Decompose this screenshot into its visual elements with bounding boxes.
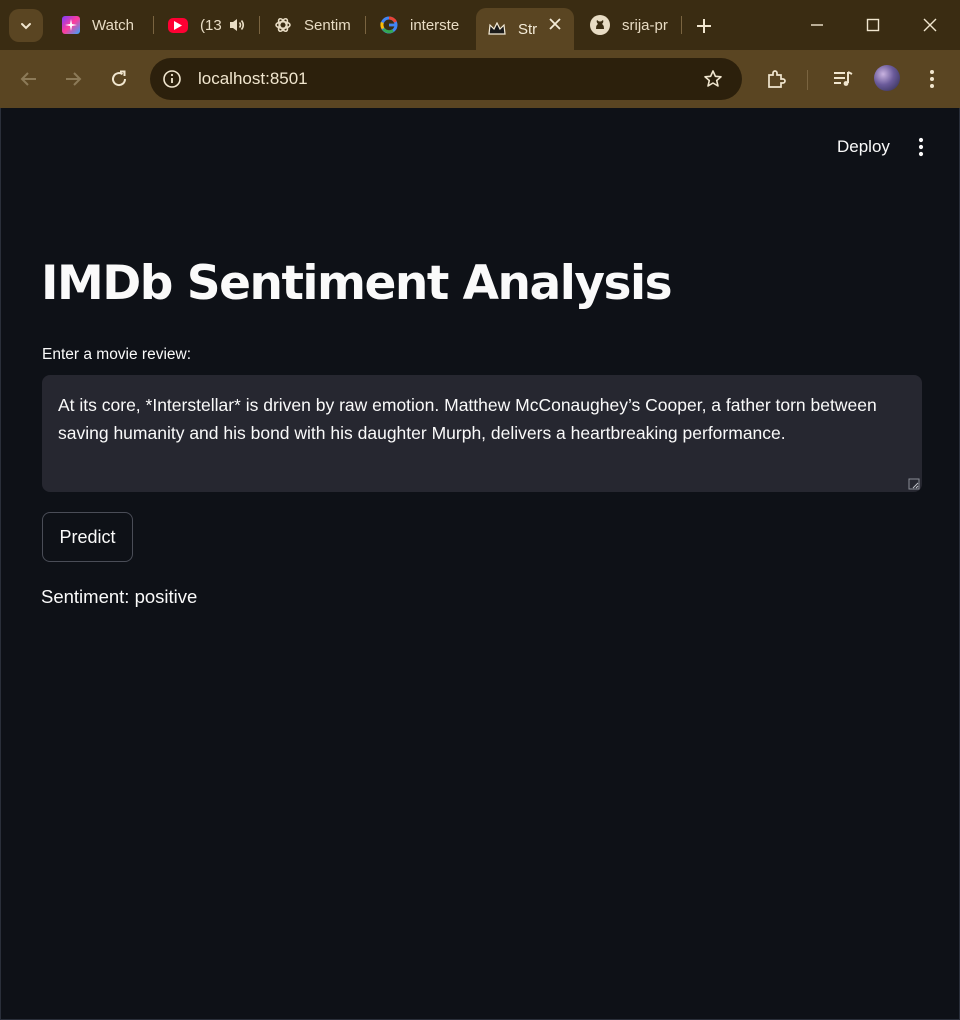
close-window-button[interactable] xyxy=(917,12,943,38)
predict-button[interactable]: Predict xyxy=(42,512,133,562)
media-controls-button[interactable] xyxy=(830,66,856,92)
arrow-left-icon xyxy=(20,72,36,86)
review-input-label: Enter a movie review: xyxy=(42,346,192,363)
sparkle-favicon-icon xyxy=(62,16,80,34)
openai-icon xyxy=(274,16,292,34)
close-tab-icon[interactable] xyxy=(548,17,562,35)
streamlit-app: Deploy IMDb Sentiment Analysis Enter a m… xyxy=(0,108,960,1020)
github-icon xyxy=(590,15,610,35)
forward-button[interactable] xyxy=(58,64,88,94)
browser-toolbar: localhost:8501 xyxy=(0,50,960,108)
kebab-menu-icon xyxy=(930,70,934,88)
back-button[interactable] xyxy=(14,64,44,94)
page-title: IMDb Sentiment Analysis xyxy=(41,256,673,311)
resize-handle-icon[interactable] xyxy=(908,478,920,490)
address-bar[interactable]: localhost:8501 xyxy=(150,58,742,100)
tab-label: interste xyxy=(410,16,460,34)
tab-label: (13 xyxy=(200,16,222,34)
close-icon xyxy=(923,18,937,32)
tab-label: Watch xyxy=(92,16,134,34)
deploy-button[interactable]: Deploy xyxy=(837,137,890,157)
bookmark-star-icon[interactable] xyxy=(702,68,724,90)
tab-label: Sentim xyxy=(304,16,351,34)
arrow-right-icon xyxy=(66,72,82,86)
tab-divider xyxy=(259,16,260,34)
extensions-button[interactable] xyxy=(763,66,789,92)
reload-icon xyxy=(112,70,127,87)
profile-avatar[interactable] xyxy=(874,65,900,91)
kebab-menu-icon xyxy=(918,137,924,157)
review-textarea[interactable]: At its core, *Interstellar* is driven by… xyxy=(42,375,922,492)
tab-search-button[interactable] xyxy=(9,9,43,42)
tab-divider xyxy=(681,16,682,34)
browser-menu-button[interactable] xyxy=(919,66,945,92)
tab-label: srija-pr xyxy=(622,16,668,34)
speaker-icon xyxy=(230,19,245,31)
puzzle-icon xyxy=(768,70,786,88)
tab-strip: Watch (13 Sentim interste Str srija-pr xyxy=(0,0,960,50)
google-icon xyxy=(380,16,398,34)
minimize-icon xyxy=(811,24,823,26)
site-info-icon[interactable] xyxy=(160,67,184,91)
tab-github[interactable]: srija-pr xyxy=(578,8,678,42)
tab-watch[interactable]: Watch xyxy=(50,8,150,42)
toolbar-divider xyxy=(807,70,808,90)
minimize-button[interactable] xyxy=(804,12,830,38)
tab-label: Str xyxy=(518,20,538,38)
new-tab-button[interactable] xyxy=(692,14,716,38)
maximize-icon xyxy=(866,18,880,32)
app-menu-button[interactable] xyxy=(912,136,930,158)
tab-google[interactable]: interste xyxy=(368,8,468,42)
tab-divider xyxy=(153,16,154,34)
plus-icon xyxy=(697,19,711,33)
sentiment-result: Sentiment: positive xyxy=(41,586,198,607)
reload-button[interactable] xyxy=(104,64,134,94)
tab-streamlit-active[interactable]: Str xyxy=(476,8,574,50)
playlist-icon xyxy=(834,71,853,86)
youtube-icon xyxy=(168,17,188,33)
tab-youtube[interactable]: (13 xyxy=(156,8,256,42)
url-text: localhost:8501 xyxy=(198,69,308,88)
maximize-button[interactable] xyxy=(860,12,886,38)
tab-sentiment[interactable]: Sentim xyxy=(262,8,362,42)
streamlit-crown-icon xyxy=(488,20,506,38)
tab-divider xyxy=(365,16,366,34)
chevron-down-icon xyxy=(21,22,31,29)
